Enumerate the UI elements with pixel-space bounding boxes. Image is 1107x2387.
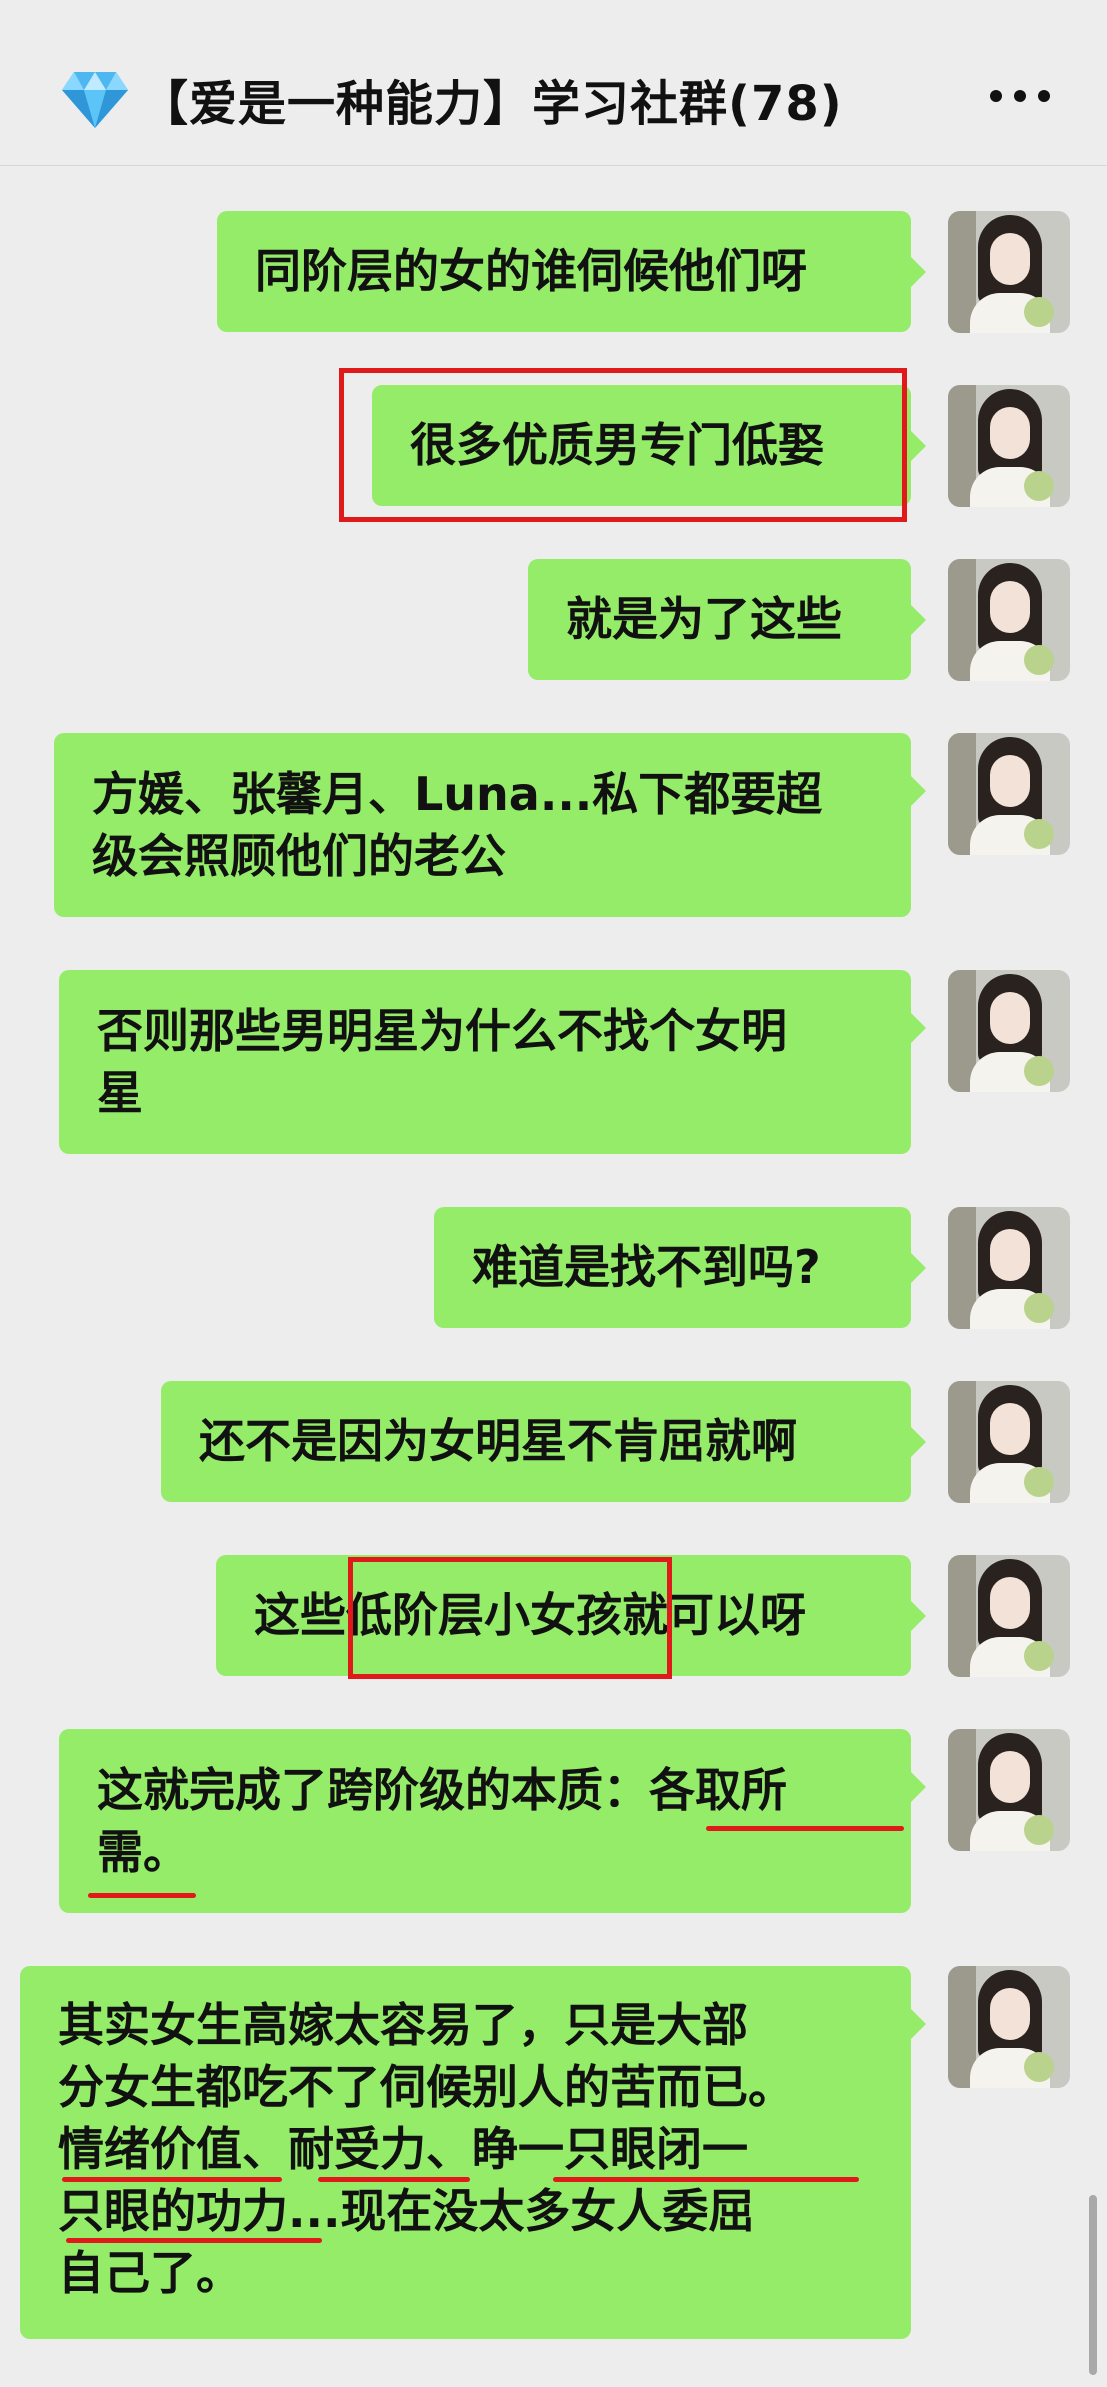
avatar[interactable]	[948, 559, 1070, 681]
message-text: 其实女生高嫁太容易了，只是大部	[58, 1998, 748, 2052]
avatar[interactable]	[948, 385, 1070, 507]
annotation-underline	[706, 1826, 904, 1831]
message-text: 情绪价值、耐受力、睁一只眼闭一	[58, 2122, 748, 2176]
message-bubble[interactable]: 同阶层的女的谁伺候他们呀	[217, 211, 926, 332]
message-text: 这就完成了跨阶级的本质：各取所	[97, 1763, 787, 1817]
avatar[interactable]	[948, 1729, 1070, 1851]
message-bubble[interactable]: 方媛、张馨月、Luna...私下都要超 级会照顾他们的老公	[54, 733, 926, 917]
avatar[interactable]	[948, 1381, 1070, 1503]
avatar[interactable]	[948, 1555, 1070, 1677]
message-text: 星	[97, 1066, 143, 1120]
message-bubble[interactable]: 否则那些男明星为什么不找个女明 星	[59, 970, 926, 1154]
message-bubble[interactable]: 其实女生高嫁太容易了，只是大部 分女生都吃不了伺候别人的苦而已。 情绪价值、耐受…	[20, 1966, 926, 2339]
avatar[interactable]	[948, 211, 1070, 333]
annotation-underline	[66, 2238, 322, 2243]
message-bubble[interactable]: 这就完成了跨阶级的本质：各取所 需。	[59, 1729, 926, 1913]
chat-header: 【爱是一种能力】学习社群(78)	[0, 0, 1107, 166]
message-text: 自己了。	[58, 2246, 242, 2300]
annotation-underline	[88, 1893, 196, 1898]
chat-title: 【爱是一种能力】学习社群(78)	[140, 76, 843, 132]
message-text: 难道是找不到吗?	[472, 1240, 821, 1294]
annotation-underline	[318, 2177, 470, 2182]
message-text: 分女生都吃不了伺候别人的苦而已。	[58, 2060, 794, 2114]
more-dots-icon[interactable]	[990, 90, 1050, 110]
annotation-underline	[553, 2177, 859, 2182]
annotation-underline	[62, 2177, 282, 2182]
scrollbar[interactable]	[1089, 2195, 1097, 2375]
avatar[interactable]	[948, 1207, 1070, 1329]
avatar[interactable]	[948, 970, 1070, 1092]
message-text: 否则那些男明星为什么不找个女明	[97, 1004, 787, 1058]
message-bubble[interactable]: 难道是找不到吗?	[434, 1207, 926, 1328]
annotation-box	[339, 368, 907, 522]
message-text: 级会照顾他们的老公	[92, 829, 506, 883]
message-bubble[interactable]: 就是为了这些	[528, 559, 926, 680]
message-bubble[interactable]: 还不是因为女明星不肯屈就啊	[161, 1381, 926, 1502]
diamond-icon	[62, 72, 128, 128]
message-text: 只眼的功力...现在没太多女人委屈	[58, 2184, 755, 2238]
message-text: 就是为了这些	[566, 592, 842, 646]
message-text: 同阶层的女的谁伺候他们呀	[255, 244, 807, 298]
avatar[interactable]	[948, 733, 1070, 855]
annotation-box	[348, 1557, 672, 1679]
message-text: 还不是因为女明星不肯屈就啊	[199, 1414, 797, 1468]
message-text: 方媛、张馨月、Luna...私下都要超	[92, 767, 823, 821]
avatar[interactable]	[948, 1966, 1070, 2088]
